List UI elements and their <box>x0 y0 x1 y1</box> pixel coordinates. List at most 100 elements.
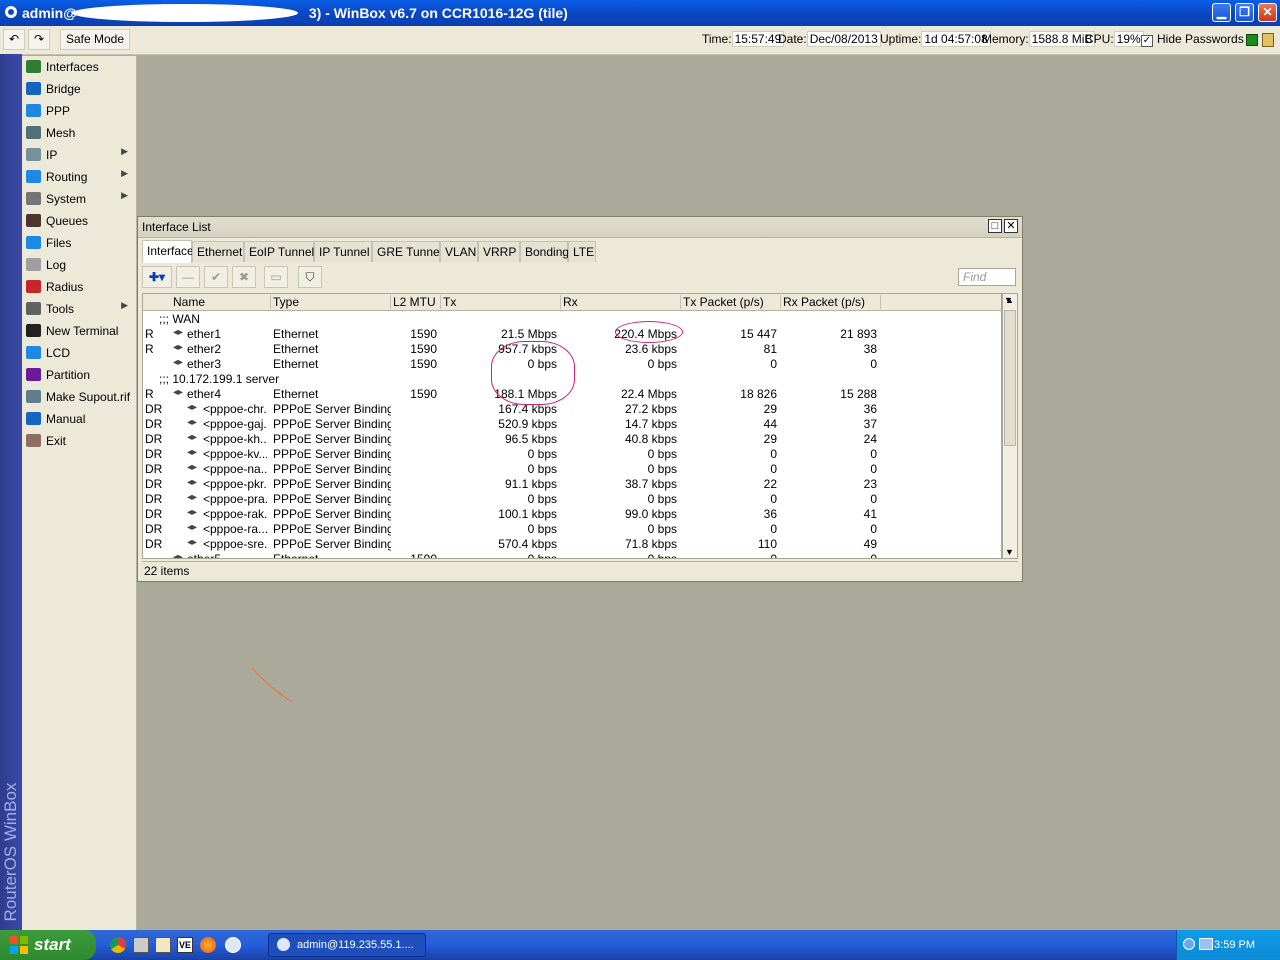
menu-item-routing[interactable]: Routing ▶ <box>22 166 136 188</box>
table-row[interactable]: DR ◂▸ <pppoe-kh... PPPoE Server Binding 96.5… <box>143 431 1001 446</box>
menu-item-system[interactable]: System ▶ <box>22 188 136 210</box>
tab-vlan[interactable]: VLAN <box>440 241 478 262</box>
scroll-down-icon[interactable]: ▼ <box>1005 547 1014 557</box>
menu-item-mesh[interactable]: Mesh <box>22 122 136 144</box>
row-l2mtu: 1590 <box>410 387 437 401</box>
close-window-icon[interactable]: ✕ <box>1004 219 1018 233</box>
menu-item-partition[interactable]: Partition <box>22 364 136 386</box>
menu-item-manual[interactable]: Manual <box>22 408 136 430</box>
table-row[interactable]: DR ◂▸ <pppoe-sre... PPPoE Server Binding 570… <box>143 536 1001 551</box>
column-header-rx-packet-p-s[interactable]: Rx Packet (p/s) <box>781 295 881 309</box>
table-row[interactable]: R ◂▸ ether1 Ethernet 1590 21.5 Mbps 220.4 Mbps… <box>143 326 1001 341</box>
explorer-icon[interactable] <box>155 937 171 953</box>
menu-item-radius[interactable]: Radius <box>22 276 136 298</box>
tab-gre-tunnel[interactable]: GRE Tunnel <box>372 241 442 262</box>
redo-button[interactable]: ↷ <box>28 29 50 50</box>
comment-row[interactable]: ;;; WAN <box>143 311 1001 326</box>
table-row[interactable]: DR ◂▸ <pppoe-pkr... PPPoE Server Binding 91.… <box>143 476 1001 491</box>
network-icon[interactable] <box>1199 938 1213 950</box>
tab-interface[interactable]: Interface <box>142 240 194 263</box>
tab-bonding[interactable]: Bonding <box>520 241 569 262</box>
table-row[interactable]: DR ◂▸ <pppoe-na... PPPoE Server Binding 0 bp… <box>143 461 1001 476</box>
filter-icon[interactable]: ⛉ <box>298 266 322 288</box>
column-header-type[interactable]: Type <box>271 295 391 309</box>
row-rx: 99.0 kbps <box>624 507 677 521</box>
scroll-thumb[interactable] <box>1004 310 1016 446</box>
system-icon <box>26 192 41 205</box>
taskbar-winbox-item[interactable]: admin@119.235.55.1.... <box>268 933 426 957</box>
row-tx: 570.4 kbps <box>498 537 557 551</box>
row-flag: DR <box>145 477 163 491</box>
close-button[interactable]: ✕ <box>1258 3 1277 22</box>
row-name: <pppoe-pra... <box>203 492 267 506</box>
start-button[interactable]: start <box>0 930 96 960</box>
firefox-icon[interactable] <box>200 937 216 953</box>
table-row[interactable]: DR ◂▸ <pppoe-ra... PPPoE Server Binding 0 bp… <box>143 521 1001 536</box>
comment-button[interactable]: ▭ <box>264 266 288 288</box>
row-rx-packets: 0 <box>870 462 877 476</box>
enable-button[interactable]: ✔ <box>204 266 228 288</box>
safe-mode-button[interactable]: Safe Mode <box>60 29 130 50</box>
add-button[interactable]: ✚▾ <box>142 266 172 288</box>
maximize-icon[interactable]: □ <box>988 219 1002 233</box>
table-row[interactable]: DR ◂▸ <pppoe-rak... PPPoE Server Binding 100… <box>143 506 1001 521</box>
column-header-l2-mtu[interactable]: L2 MTU <box>391 295 441 309</box>
column-header-tx[interactable]: Tx <box>441 295 561 309</box>
menu-item-log[interactable]: Log <box>22 254 136 276</box>
menu-item-bridge[interactable]: Bridge <box>22 78 136 100</box>
remove-button[interactable]: — <box>176 266 200 288</box>
vlc-icon[interactable]: VE <box>177 937 193 953</box>
row-rx-packets: 37 <box>863 417 877 431</box>
table-row[interactable]: R ◂▸ ether2 Ethernet 1590 957.7 kbps 23.6 kbps… <box>143 341 1001 356</box>
tab-ethernet[interactable]: Ethernet <box>192 241 244 262</box>
column-menu-icon[interactable]: ▼ <box>1004 295 1013 305</box>
row-rx: 22.4 Mbps <box>620 387 677 401</box>
column-header-name[interactable]: Name <box>171 295 271 309</box>
tools-icon <box>26 302 41 315</box>
minimize-button[interactable]: ▁ <box>1212 3 1231 22</box>
menu-item-new-terminal[interactable]: New Terminal <box>22 320 136 342</box>
row-type: PPPoE Server Binding <box>273 477 391 491</box>
app-icon[interactable] <box>133 937 149 953</box>
menu-item-make-supout-rif[interactable]: Make Supout.rif <box>22 386 136 408</box>
tab-vrrp[interactable]: VRRP <box>478 241 520 262</box>
checkbox-checked-icon: ✓ <box>1141 35 1153 47</box>
submenu-arrow-icon: ▶ <box>121 190 128 200</box>
column-header-tx-packet-p-s[interactable]: Tx Packet (p/s) <box>681 295 781 309</box>
menu-item-interfaces[interactable]: Interfaces <box>22 56 136 78</box>
taskbar: start VE admin@119.235.55.1.... 3:59 PM <box>0 930 1280 960</box>
menu-item-queues[interactable]: Queues <box>22 210 136 232</box>
table-row[interactable]: DR ◂▸ <pppoe-kv... PPPoE Server Binding 0 bp… <box>143 446 1001 461</box>
tab-ip-tunnel[interactable]: IP Tunnel <box>314 241 372 262</box>
column-header-rx[interactable]: Rx <box>561 295 681 309</box>
menu-item-tools[interactable]: Tools ▶ <box>22 298 136 320</box>
hide-passwords-checkbox[interactable]: ✓ Hide Passwords <box>1141 32 1244 47</box>
tab-lte[interactable]: LTE <box>568 241 596 262</box>
table-row[interactable]: ◂▸ ether5 Ethernet 1590 0 bps 0 bps 0 0 <box>143 551 1001 558</box>
title-bar[interactable]: admin@ 3) - WinBox v6.7 on CCR1016-12G (t… <box>0 0 1280 26</box>
winbox-quicklaunch-icon[interactable] <box>225 937 241 953</box>
table-row[interactable]: DR ◂▸ <pppoe-pra... PPPoE Server Binding 0 b… <box>143 491 1001 506</box>
tray-arrow-icon[interactable] <box>1183 938 1195 950</box>
row-rx-packets: 49 <box>863 537 877 551</box>
chrome-icon[interactable] <box>110 937 126 953</box>
clock[interactable]: 3:59 PM <box>1214 939 1255 951</box>
disable-button[interactable]: ✖ <box>232 266 256 288</box>
menu-item-files[interactable]: Files <box>22 232 136 254</box>
row-type: PPPoE Server Binding <box>273 522 391 536</box>
menu-item-exit[interactable]: Exit <box>22 430 136 452</box>
menu-item-lcd[interactable]: LCD <box>22 342 136 364</box>
table-row[interactable]: DR ◂▸ <pppoe-chr... PPPoE Server Binding 167… <box>143 401 1001 416</box>
window-titlebar[interactable]: Interface List □ ✕ <box>138 217 1022 238</box>
undo-button[interactable]: ↶ <box>3 29 25 50</box>
table-row[interactable]: DR ◂▸ <pppoe-gaj... PPPoE Server Binding 520… <box>143 416 1001 431</box>
menu-item-ppp[interactable]: PPP <box>22 100 136 122</box>
vertical-scrollbar[interactable]: ▲ ▼ <box>1002 293 1018 559</box>
manual-icon <box>26 412 41 425</box>
restore-button[interactable]: ❐ <box>1235 3 1254 22</box>
find-input[interactable]: Find <box>958 268 1016 286</box>
tab-eoip-tunnel[interactable]: EoIP Tunnel <box>244 241 314 262</box>
row-comment: ;;; WAN <box>159 312 200 326</box>
menu-item-ip[interactable]: IP ▶ <box>22 144 136 166</box>
uptime-status: Uptime: 1d 04:57:08 <box>880 31 991 47</box>
